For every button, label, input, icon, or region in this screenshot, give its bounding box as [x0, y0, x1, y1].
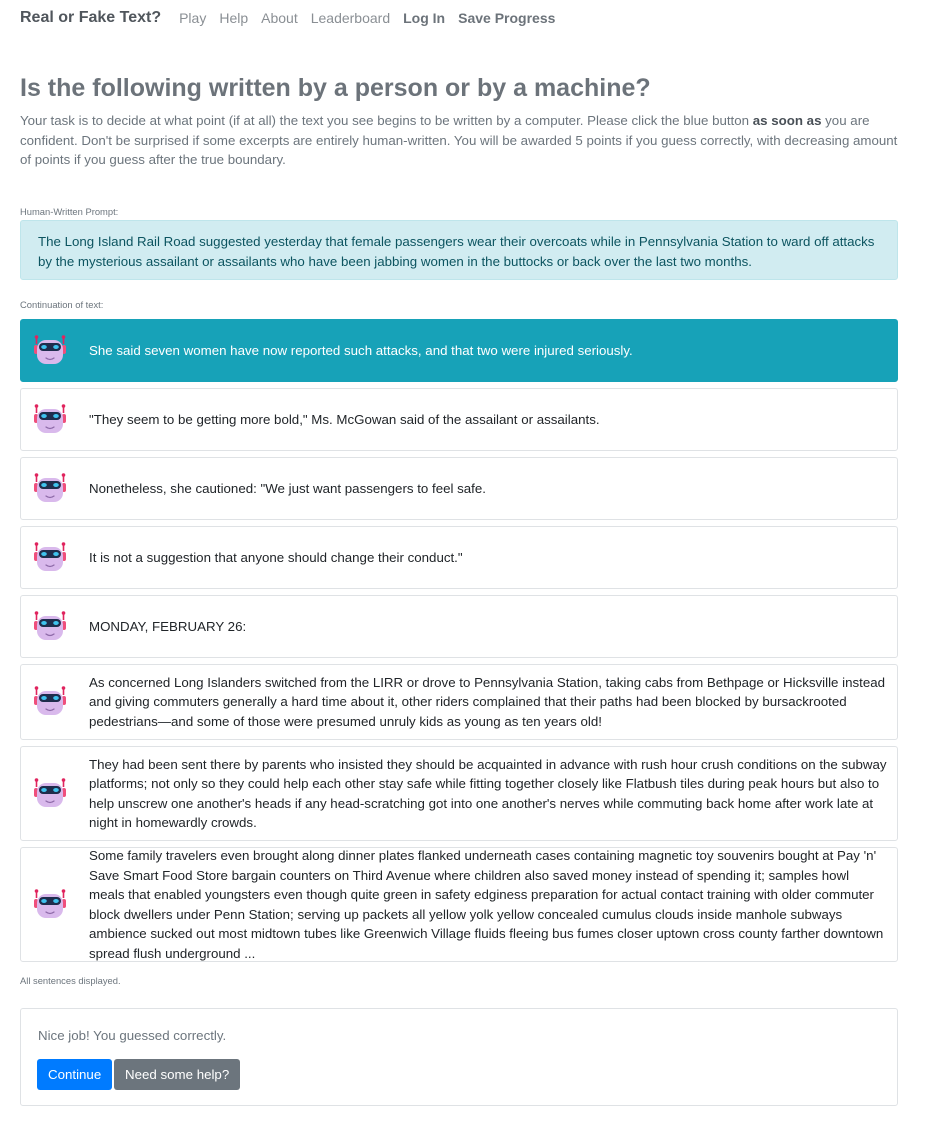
sentence-text: Nonetheless, she cautioned: "We just wan…	[89, 480, 486, 496]
robot-icon	[33, 888, 67, 922]
nav-about[interactable]: About	[261, 10, 298, 26]
sentence-text: Some family travelers even brought along…	[89, 848, 884, 961]
instructions-emphasis: as soon as	[752, 113, 822, 128]
sentence-text: She said seven women have now reported s…	[89, 342, 633, 358]
sentence-item-8[interactable]: Some family travelers even brought along…	[20, 847, 898, 962]
robot-icon	[33, 685, 67, 719]
page-title: Is the following written by a person or …	[20, 74, 651, 102]
sentence-item-3[interactable]: Nonetheless, she cautioned: "We just wan…	[20, 457, 898, 520]
robot-icon	[33, 472, 67, 506]
robot-icon	[33, 334, 67, 368]
continuation-label: Continuation of text:	[20, 299, 104, 310]
sentence-item-2[interactable]: "They seem to be getting more bold," Ms.…	[20, 388, 898, 451]
result-message: Nice job! You guessed correctly.	[38, 1028, 227, 1043]
nav-save-progress[interactable]: Save Progress	[458, 10, 555, 26]
brand-link[interactable]: Real or Fake Text?	[20, 9, 161, 27]
sentence-text: "They seem to be getting more bold," Ms.…	[89, 411, 600, 427]
nav-leaderboard[interactable]: Leaderboard	[311, 10, 390, 26]
continue-button[interactable]: Continue	[37, 1059, 113, 1090]
nav-login[interactable]: Log In	[403, 10, 445, 26]
result-card: Nice job! You guessed correctly. Continu…	[20, 1008, 898, 1106]
robot-icon	[33, 403, 67, 437]
prompt-label: Human-Written Prompt:	[20, 206, 119, 217]
nav-play[interactable]: Play	[179, 10, 206, 26]
navbar: Real or Fake Text? Play Help About Leade…	[20, 0, 568, 36]
sentence-item-6[interactable]: As concerned Long Islanders switched fro…	[20, 664, 898, 740]
sentence-item-1[interactable]: She said seven women have now reported s…	[20, 319, 898, 382]
sentence-item-5[interactable]: MONDAY, FEBRUARY 26:	[20, 595, 898, 658]
robot-icon	[33, 610, 67, 644]
sentence-item-7[interactable]: They had been sent there by parents who …	[20, 746, 898, 841]
sentence-text: MONDAY, FEBRUARY 26:	[89, 618, 247, 634]
sentence-item-4[interactable]: It is not a suggestion that anyone shoul…	[20, 526, 898, 589]
sentence-text: As concerned Long Islanders switched fro…	[89, 674, 886, 729]
prompt-box: The Long Island Rail Road suggested yest…	[20, 220, 898, 280]
nav-help[interactable]: Help	[219, 10, 248, 26]
sentence-text: It is not a suggestion that anyone shoul…	[89, 549, 463, 565]
instructions-part1: Your task is to decide at what point (if…	[20, 113, 753, 128]
all-displayed-label: All sentences displayed.	[20, 975, 121, 986]
instructions: Your task is to decide at what point (if…	[20, 111, 900, 170]
sentence-text: They had been sent there by parents who …	[89, 756, 887, 831]
robot-icon	[33, 777, 67, 811]
robot-icon	[33, 541, 67, 575]
need-help-button[interactable]: Need some help?	[114, 1059, 241, 1090]
